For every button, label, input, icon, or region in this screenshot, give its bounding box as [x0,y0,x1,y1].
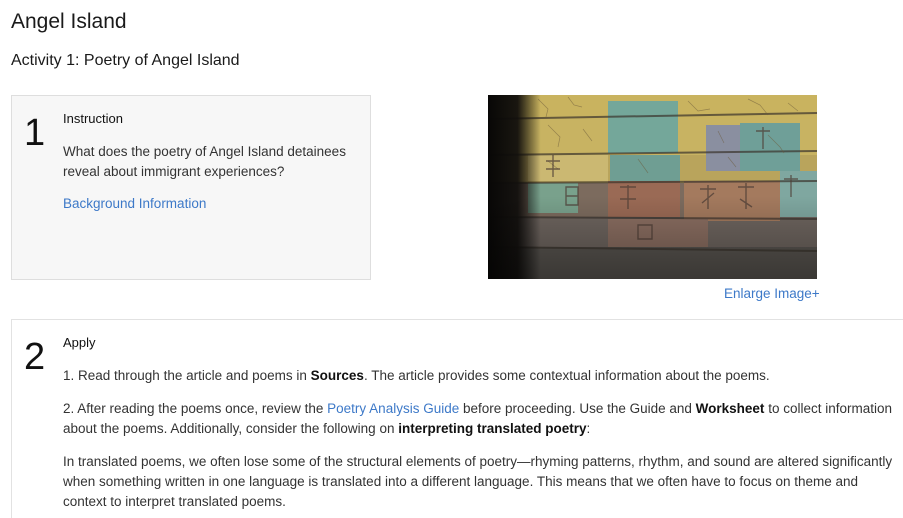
sources-emphasis: Sources [310,368,364,383]
step-number: 1 [24,112,46,154]
worksheet-emphasis: Worksheet [695,401,765,416]
text: 1. Read through the article and poems in [63,368,311,383]
angel-island-wall-photo[interactable] [488,95,817,279]
instruction-label: Instruction [63,111,123,126]
apply-card: 2 Apply 1. Read through the article and … [11,319,903,518]
text: 2. After reading the poems once, review … [63,401,328,416]
instruction-question: What does the poetry of Angel Island det… [63,144,346,179]
activity-title: Activity 1: Poetry of Angel Island [11,52,240,69]
wall-photo-image [488,95,817,279]
page-title: Angel Island [11,10,127,33]
text: : [586,421,591,436]
enlarge-image-link[interactable]: Enlarge Image+ [724,286,820,301]
translated-poems-paragraph: In translated poems, we often lose some … [63,454,893,509]
apply-label: Apply [63,335,96,350]
poetry-analysis-guide-link[interactable]: Poetry Analysis Guide [327,401,459,416]
step-number: 2 [24,336,46,378]
apply-step-2: 2. After reading the poems once, review … [63,399,893,439]
instruction-card: 1 Instruction What does the poetry of An… [11,95,371,280]
text: . The article provides some contextual i… [363,368,770,383]
apply-step-1: 1. Read through the article and poems in… [63,366,893,386]
translated-poetry-emphasis: interpreting translated poetry [398,421,587,436]
background-information-link[interactable]: Background Information [63,196,206,211]
text: before proceeding. Use the Guide and [459,401,696,416]
